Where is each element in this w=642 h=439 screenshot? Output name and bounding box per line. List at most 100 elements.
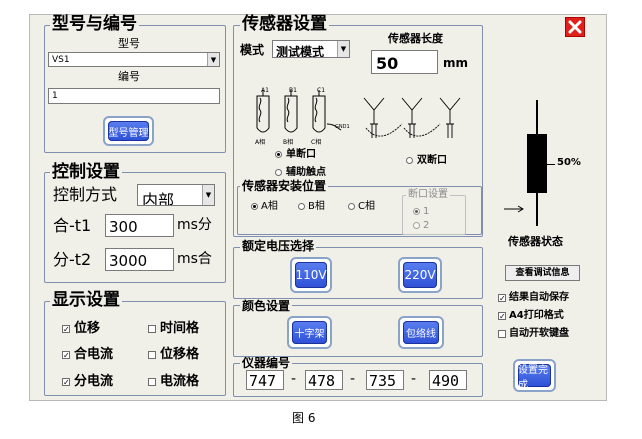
right-option-checkbox[interactable]: ✓ <box>498 312 506 321</box>
phase-b-label: B相 <box>308 201 325 212</box>
number-label: 编号 <box>118 70 140 83</box>
single-break-diagram: A1 B1 C1 A相 B相 C相 GND1 <box>255 87 350 146</box>
phase-a-radio[interactable] <box>251 203 258 210</box>
chevron-down-icon[interactable]: ▼ <box>202 185 214 205</box>
aux-contact-label: 辅助触点 <box>286 167 326 178</box>
aux-contact-radio[interactable] <box>275 169 282 176</box>
t1-value: 300 <box>109 218 138 236</box>
break-setting-title: 断口设置 <box>406 189 450 200</box>
model-select-value: VS1 <box>52 55 70 65</box>
t1-label: 合-t1 <box>53 216 92 235</box>
right-option-label: A4打印格式 <box>509 310 564 321</box>
display-option-label: 时间格 <box>160 321 200 336</box>
t1-field[interactable]: 300 <box>105 214 174 237</box>
phase-c-radio[interactable] <box>348 203 355 210</box>
break-option-2-label: 2 <box>423 220 430 231</box>
sensor-length-field[interactable]: 50 <box>371 50 438 74</box>
break-option-1-radio[interactable] <box>413 208 420 215</box>
phase-c-label: C相 <box>358 201 375 212</box>
display-option-label: 合电流 <box>74 347 114 362</box>
t1-unit: ms分 <box>177 217 212 233</box>
voltage-group-title: 额定电压选择 <box>240 239 317 253</box>
sensor-length-label: 传感器长度 <box>388 32 443 45</box>
arrow-right-icon <box>504 198 526 212</box>
display-option-label: 电流格 <box>160 374 200 389</box>
break-option-2-radio[interactable] <box>413 222 420 229</box>
number-field[interactable]: 1 <box>48 88 220 104</box>
double-break-radio[interactable] <box>406 157 413 164</box>
envelope-button[interactable]: 包络线 <box>398 316 444 349</box>
right-option-label: 自动开软键盘 <box>509 328 569 339</box>
voltage-220-button[interactable]: 220V <box>398 257 442 293</box>
indicator-level-tick <box>547 163 555 165</box>
instrument-group-title: 仪器编号 <box>240 356 293 370</box>
chevron-down-icon[interactable]: ▼ <box>207 53 219 66</box>
display-option-checkbox[interactable]: ✓ <box>62 378 70 387</box>
envelope-label: 包络线 <box>406 329 436 340</box>
label-phase-a: A相 <box>255 138 265 146</box>
t2-unit: ms合 <box>177 251 212 267</box>
model-label: 型号 <box>118 37 140 50</box>
single-break-radio[interactable] <box>275 151 282 158</box>
display-option-checkbox[interactable]: ✓ <box>62 325 70 334</box>
sensor-mode-select[interactable]: 测试模式 ▼ <box>272 40 350 58</box>
model-select[interactable]: VS1 ▼ <box>48 52 220 67</box>
label-gnd1: GND1 <box>335 124 350 130</box>
instrument-number-value: 735 <box>369 372 397 390</box>
instrument-separator: - <box>291 371 297 387</box>
instrument-number-value: 747 <box>249 372 277 390</box>
break-option-1-label: 1 <box>423 206 430 217</box>
view-debug-label: 查看调试信息 <box>515 268 570 278</box>
settings-done-label: 设置完成 <box>518 364 548 391</box>
model-group-title: 型号与编号 <box>50 14 139 34</box>
display-option-label: 位移格 <box>160 347 200 362</box>
instrument-number-field[interactable]: 490 <box>429 370 467 390</box>
sensor-status-indicator: 50% <box>500 100 581 230</box>
t2-value: 3000 <box>109 252 148 270</box>
voltage-110-label: 110V <box>295 268 327 282</box>
break-setting-group <box>402 195 466 235</box>
figure-caption: 图 6 <box>292 411 316 425</box>
mount-group-title: 传感器安装位置 <box>240 179 329 193</box>
control-mode-select[interactable]: 内部 ▼ <box>137 184 215 206</box>
display-group-title: 显示设置 <box>50 290 122 310</box>
label-c1: C1 <box>317 87 325 94</box>
display-option-checkbox[interactable] <box>148 378 156 386</box>
display-option-checkbox[interactable] <box>148 351 156 359</box>
display-option-label: 位移 <box>74 321 101 336</box>
label-phase-c: C相 <box>311 138 321 146</box>
view-debug-button[interactable]: 查看调试信息 <box>505 265 580 281</box>
close-icon[interactable] <box>565 17 585 37</box>
voltage-group <box>233 247 483 299</box>
double-break-diagram <box>363 97 461 138</box>
indicator-body <box>527 134 547 193</box>
instrument-number-field[interactable]: 735 <box>366 370 404 390</box>
label-a1: A1 <box>261 87 269 94</box>
display-option-checkbox[interactable] <box>148 325 156 333</box>
right-option-label: 结果自动保存 <box>509 292 569 303</box>
phase-b-radio[interactable] <box>298 203 305 210</box>
instrument-number-value: 490 <box>432 372 460 390</box>
t2-label: 分-t2 <box>53 250 92 269</box>
t2-field[interactable]: 3000 <box>105 248 174 271</box>
instrument-number-field[interactable]: 478 <box>305 370 343 390</box>
right-option-checkbox[interactable] <box>498 330 506 338</box>
chevron-down-icon[interactable]: ▼ <box>337 41 349 57</box>
display-option-label: 分电流 <box>74 374 114 389</box>
instrument-number-field[interactable]: 747 <box>246 370 284 390</box>
number-field-value: 1 <box>52 91 58 101</box>
right-option-checkbox[interactable]: ✓ <box>498 294 506 303</box>
display-option-checkbox[interactable]: ✓ <box>62 351 70 360</box>
crosshair-button[interactable]: 十字架 <box>287 316 332 349</box>
control-group-title: 控制设置 <box>50 162 122 182</box>
single-break-label: 单断口 <box>286 149 316 160</box>
control-mode-value: 内部 <box>142 191 175 206</box>
model-manage-button[interactable]: 型号管理 <box>103 116 154 146</box>
instrument-separator: - <box>411 371 417 387</box>
double-break-label: 双断口 <box>417 155 447 166</box>
settings-done-button[interactable]: 设置完成 <box>513 359 556 392</box>
instrument-separator: - <box>350 371 356 387</box>
voltage-110-button[interactable]: 110V <box>290 257 332 293</box>
sensor-mode-value: 测试模式 <box>276 45 325 58</box>
label-b1: B1 <box>289 87 297 94</box>
